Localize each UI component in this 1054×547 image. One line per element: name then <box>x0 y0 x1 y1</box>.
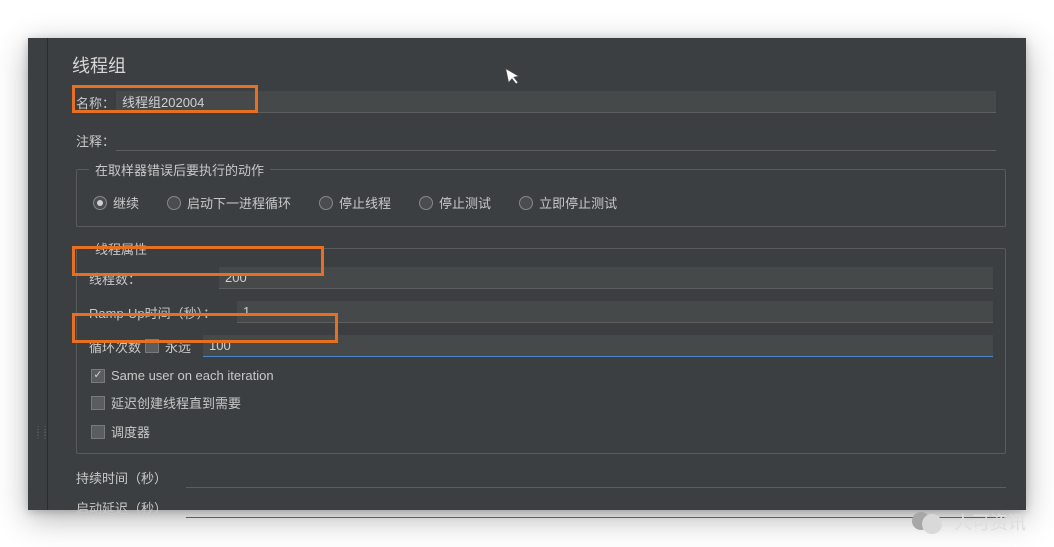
scheduler-checkbox[interactable]: 调度器 <box>91 422 150 441</box>
radio-stop-test-now[interactable]: 立即停止测试 <box>519 193 617 212</box>
brand-text: 人可资讯 <box>954 509 1026 535</box>
checkbox-icon <box>91 369 105 383</box>
wechat-icon <box>912 510 946 534</box>
name-label: 名称： <box>76 93 116 112</box>
threads-input[interactable] <box>219 267 993 289</box>
startup-delay-label: 启动延迟（秒） <box>76 498 186 517</box>
same-user-checkbox[interactable]: Same user on each iteration <box>91 368 274 383</box>
radio-stop-test[interactable]: 停止测试 <box>419 193 491 212</box>
radio-stop-thread[interactable]: 停止线程 <box>319 193 391 212</box>
threads-label: 线程数： <box>89 269 219 288</box>
thread-props-fieldset: 线程属性 线程数： Ramp-Up时间（秒）： 循环次数 永远 <box>76 239 1006 454</box>
startup-delay-input[interactable] <box>186 496 1006 518</box>
radio-icon <box>167 196 181 210</box>
same-user-label: Same user on each iteration <box>111 368 274 383</box>
forever-label: 永远 <box>165 337 191 356</box>
left-gutter: ⋮⋮⋮⋮⋮⋮ <box>28 38 48 510</box>
loop-count-input[interactable] <box>203 335 993 357</box>
radio-label: 停止测试 <box>439 193 491 212</box>
radio-label: 继续 <box>113 193 139 212</box>
panel-title: 线程组 <box>72 52 1006 78</box>
config-panel-window: ⋮⋮⋮⋮⋮⋮ 线程组 名称： 注释： 在取样器错误后要执行的动作 继续 启动下一… <box>28 38 1026 510</box>
radio-start-next[interactable]: 启动下一进程循环 <box>167 193 291 212</box>
checkbox-icon <box>145 339 159 353</box>
error-action-legend: 在取样器错误后要执行的动作 <box>89 160 270 179</box>
duration-label: 持续时间（秒） <box>76 468 186 487</box>
radio-icon <box>93 196 107 210</box>
name-input[interactable] <box>116 91 996 113</box>
radio-label: 停止线程 <box>339 193 391 212</box>
error-action-fieldset: 在取样器错误后要执行的动作 继续 启动下一进程循环 停止线程 停止测试 <box>76 160 1006 227</box>
loop-label: 循环次数 <box>89 337 145 356</box>
radio-icon <box>419 196 433 210</box>
radio-icon <box>519 196 533 210</box>
scheduler-label: 调度器 <box>111 422 150 441</box>
duration-input[interactable] <box>186 466 1006 488</box>
brand-watermark: 人可资讯 <box>912 509 1026 535</box>
rampup-input[interactable] <box>237 301 993 323</box>
delay-create-label: 延迟创建线程直到需要 <box>111 393 241 412</box>
delay-create-checkbox[interactable]: 延迟创建线程直到需要 <box>91 393 241 412</box>
forever-checkbox[interactable]: 永远 <box>145 337 191 356</box>
comment-input[interactable] <box>116 129 996 151</box>
checkbox-icon <box>91 425 105 439</box>
radio-label: 启动下一进程循环 <box>187 193 291 212</box>
radio-icon <box>319 196 333 210</box>
checkbox-icon <box>91 396 105 410</box>
comment-label: 注释： <box>76 131 116 150</box>
rampup-label: Ramp-Up时间（秒）： <box>89 303 237 322</box>
radio-continue[interactable]: 继续 <box>93 193 139 212</box>
thread-props-legend: 线程属性 <box>89 239 153 258</box>
radio-label: 立即停止测试 <box>539 193 617 212</box>
